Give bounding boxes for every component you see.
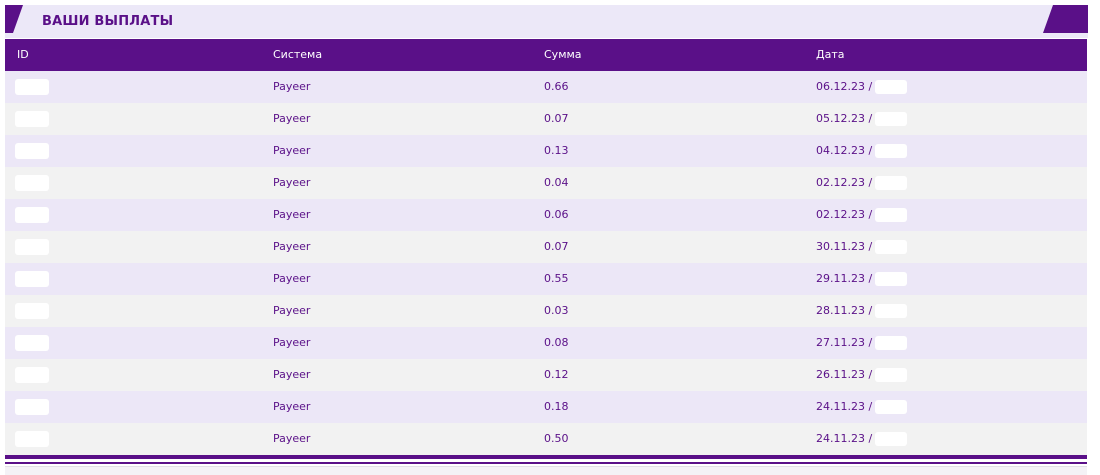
cell-sum: 0.18 xyxy=(544,400,569,413)
table-row: Payeer 0.55 29.11.23 / xyxy=(5,263,1087,295)
redacted-time-mask xyxy=(875,272,908,286)
cell-sum: 0.12 xyxy=(544,368,569,381)
cell-date: 05.12.23 / xyxy=(816,103,908,135)
cell-date: 26.11.23 / xyxy=(816,359,908,391)
cell-sum: 0.07 xyxy=(544,240,569,253)
cell-sum: 0.13 xyxy=(544,144,569,157)
cell-sum: 0.08 xyxy=(544,336,569,349)
column-header-sum: Сумма xyxy=(544,48,582,61)
cell-sum: 0.55 xyxy=(544,272,569,285)
redacted-id-mask xyxy=(15,79,49,95)
payouts-table: ID Система Сумма Дата Payeer 0.66 06.12.23… xyxy=(5,39,1087,455)
redacted-time-mask xyxy=(875,112,908,126)
cell-date-text: 26.11.23 / xyxy=(816,368,873,381)
cell-date: 27.11.23 / xyxy=(816,327,908,359)
cell-system: Payeer xyxy=(273,240,311,253)
table-row: Payeer 0.13 04.12.23 / xyxy=(5,135,1087,167)
cell-date: 28.11.23 / xyxy=(816,295,908,327)
cell-date: 04.12.23 / xyxy=(816,135,908,167)
redacted-time-mask xyxy=(875,368,908,382)
redacted-id-mask xyxy=(15,143,49,159)
cell-system: Payeer xyxy=(273,272,311,285)
redacted-id-mask xyxy=(15,335,49,351)
redacted-time-mask xyxy=(875,208,908,222)
cell-date: 02.12.23 / xyxy=(816,199,908,231)
table-row: Payeer 0.07 30.11.23 / xyxy=(5,231,1087,263)
cell-date: 02.12.23 / xyxy=(816,167,908,199)
cell-date: 06.12.23 / xyxy=(816,71,908,103)
cell-system: Payeer xyxy=(273,368,311,381)
cell-date: 24.11.23 / xyxy=(816,423,908,455)
table-row: Payeer 0.66 06.12.23 / xyxy=(5,71,1087,103)
table-row: Payeer 0.08 27.11.23 / xyxy=(5,327,1087,359)
table-row: Payeer 0.18 24.11.23 / xyxy=(5,391,1087,423)
section-title: ВАШИ ВЫПЛАТЫ xyxy=(42,14,174,29)
cell-sum: 0.06 xyxy=(544,208,569,221)
redacted-time-mask xyxy=(875,176,908,190)
redacted-time-mask xyxy=(875,240,908,254)
cell-date-text: 02.12.23 / xyxy=(816,208,873,221)
redacted-id-mask xyxy=(15,367,49,383)
table-row: Payeer 0.07 05.12.23 / xyxy=(5,103,1087,135)
table-row: Payeer 0.06 02.12.23 / xyxy=(5,199,1087,231)
cell-sum: 0.04 xyxy=(544,176,569,189)
cell-date-text: 04.12.23 / xyxy=(816,144,873,157)
cell-date-text: 28.11.23 / xyxy=(816,304,873,317)
table-row: Payeer 0.50 24.11.23 / xyxy=(5,423,1087,455)
table-header: ID Система Сумма Дата xyxy=(5,39,1087,71)
column-header-id: ID xyxy=(17,48,29,61)
cell-system: Payeer xyxy=(273,176,311,189)
redacted-id-mask xyxy=(15,239,49,255)
cell-sum: 0.66 xyxy=(544,80,569,93)
cell-date-text: 27.11.23 / xyxy=(816,336,873,349)
redacted-time-mask xyxy=(875,400,908,414)
redacted-time-mask xyxy=(875,144,908,158)
column-header-date: Дата xyxy=(816,48,845,61)
header-corner-decoration-right xyxy=(1043,5,1088,33)
cell-sum: 0.50 xyxy=(544,432,569,445)
cell-date-text: 30.11.23 / xyxy=(816,240,873,253)
payouts-panel: ВАШИ ВЫПЛАТЫ ID Система Сумма Дата Payee… xyxy=(0,0,1100,475)
table-bottom-border xyxy=(5,455,1087,459)
cell-sum: 0.07 xyxy=(544,112,569,125)
footer-strip xyxy=(5,466,1087,475)
redacted-id-mask xyxy=(15,271,49,287)
redacted-time-mask xyxy=(875,336,908,350)
redacted-id-mask xyxy=(15,207,49,223)
cell-system: Payeer xyxy=(273,432,311,445)
cell-system: Payeer xyxy=(273,144,311,157)
redacted-time-mask xyxy=(875,304,908,318)
redacted-id-mask xyxy=(15,399,49,415)
cell-date-text: 24.11.23 / xyxy=(816,432,873,445)
redacted-time-mask xyxy=(875,432,908,446)
cell-system: Payeer xyxy=(273,400,311,413)
cell-date-text: 06.12.23 / xyxy=(816,80,873,93)
cell-system: Payeer xyxy=(273,208,311,221)
redacted-id-mask xyxy=(15,175,49,191)
cell-system: Payeer xyxy=(273,336,311,349)
table-bottom-border-thin xyxy=(5,462,1087,464)
table-row: Payeer 0.04 02.12.23 / xyxy=(5,167,1087,199)
redacted-id-mask xyxy=(15,303,49,319)
cell-date-text: 29.11.23 / xyxy=(816,272,873,285)
redacted-id-mask xyxy=(15,431,49,447)
cell-date-text: 05.12.23 / xyxy=(816,112,873,125)
table-body: Payeer 0.66 06.12.23 / Payeer 0.07 05.12.23 /… xyxy=(5,71,1087,455)
header-corner-decoration-left xyxy=(5,5,23,33)
cell-date: 30.11.23 / xyxy=(816,231,908,263)
cell-date: 29.11.23 / xyxy=(816,263,908,295)
section-header: ВАШИ ВЫПЛАТЫ xyxy=(5,5,1088,38)
cell-date: 24.11.23 / xyxy=(816,391,908,423)
redacted-time-mask xyxy=(875,80,908,94)
cell-system: Payeer xyxy=(273,304,311,317)
cell-sum: 0.03 xyxy=(544,304,569,317)
table-row: Payeer 0.12 26.11.23 / xyxy=(5,359,1087,391)
redacted-id-mask xyxy=(15,111,49,127)
cell-date-text: 24.11.23 / xyxy=(816,400,873,413)
cell-system: Payeer xyxy=(273,80,311,93)
cell-date-text: 02.12.23 / xyxy=(816,176,873,189)
table-row: Payeer 0.03 28.11.23 / xyxy=(5,295,1087,327)
column-header-system: Система xyxy=(273,48,323,61)
cell-system: Payeer xyxy=(273,112,311,125)
